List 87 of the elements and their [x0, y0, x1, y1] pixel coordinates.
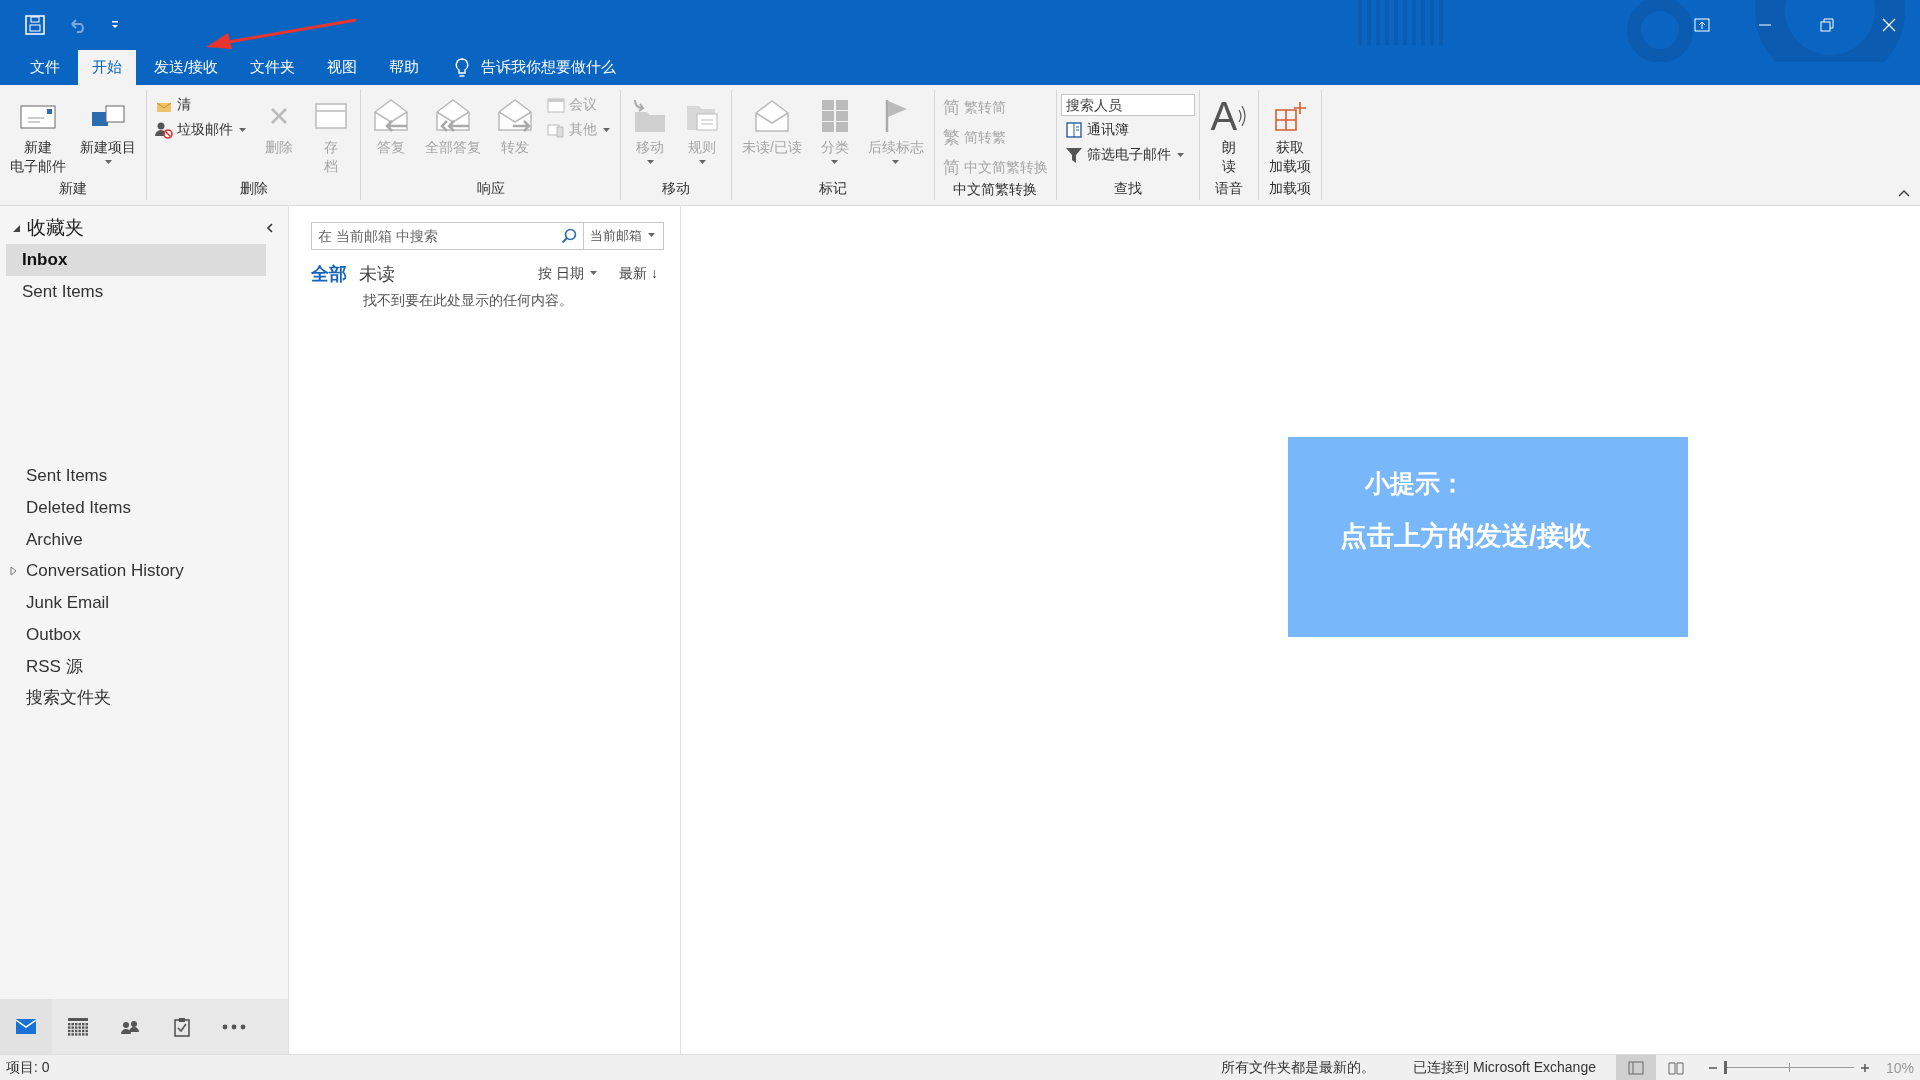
sort-order-button[interactable]: 最新 ↓ — [613, 264, 664, 284]
folder-item[interactable]: Conversation History — [24, 555, 266, 588]
ribbon-button[interactable]: 通讯簿 — [1060, 119, 1195, 141]
folder-item[interactable]: Outbox — [24, 618, 266, 651]
group-label: 标记 — [817, 180, 848, 198]
zoom-level: 10% — [1885, 1059, 1914, 1076]
search-icon[interactable] — [561, 228, 578, 244]
lightbulb-icon — [455, 57, 470, 78]
search-people-field[interactable]: 搜索人员 — [1060, 94, 1195, 116]
search-scope-dropdown[interactable]: 当前邮箱 — [584, 222, 664, 250]
ribbon-tab[interactable]: 视图 — [313, 50, 372, 85]
search-box[interactable]: 在 当前邮箱 中搜索 — [311, 222, 585, 250]
empty-list-message: 找不到要在此处显示的任何内容。 — [363, 292, 574, 310]
archive-icon — [314, 101, 348, 131]
caret-icon — [603, 128, 610, 132]
ribbon-button[interactable]: 清 — [151, 94, 252, 116]
folder-item[interactable]: Sent Items — [24, 460, 266, 493]
zoom-in-icon[interactable] — [1859, 1062, 1870, 1073]
folder-item[interactable]: Deleted Items — [24, 492, 266, 524]
zoom-slider-thumb[interactable] — [1723, 1061, 1727, 1074]
ribbon-button[interactable]: 垃圾邮件 — [151, 119, 252, 141]
group-label: 查找 — [1112, 180, 1143, 198]
filter-tab[interactable]: 未读 — [359, 262, 399, 286]
junk-icon — [155, 121, 173, 139]
collapse-ribbon-icon[interactable] — [1898, 189, 1910, 197]
filter-tab[interactable]: 全部 — [311, 262, 351, 286]
folder-item[interactable]: Sent Items — [6, 275, 266, 308]
ribbon-button[interactable]: A 朗 读 — [1203, 90, 1254, 180]
caret-icon — [104, 160, 112, 164]
connection-status: 已连接到 Microsoft Exchange — [1413, 1058, 1596, 1077]
folder-item[interactable]: 搜索文件夹 — [24, 682, 266, 714]
group-label: 响应 — [475, 180, 506, 198]
envelope-icon — [752, 99, 791, 133]
tell-me-search[interactable]: 告诉我你想要做什么 — [481, 58, 617, 77]
close-icon[interactable] — [1882, 18, 1896, 32]
mail-icon[interactable] — [0, 999, 52, 1054]
ribbon-button[interactable]: 新建 电子邮件 — [4, 90, 72, 180]
expanded-arrow-icon[interactable] — [12, 223, 21, 233]
group-label: 中文简繁转换 — [952, 181, 1039, 199]
ribbon-display-icon[interactable] — [1694, 18, 1710, 32]
caret-icon — [239, 128, 246, 132]
tip-title: 小提示： — [1365, 468, 1466, 499]
reply-icon — [371, 98, 411, 134]
save-icon[interactable] — [24, 14, 46, 36]
caret-icon — [1176, 153, 1184, 157]
folder-item[interactable]: Inbox — [6, 244, 266, 276]
caret-icon — [646, 160, 654, 164]
item-count: 项目: 0 — [6, 1058, 50, 1077]
ribbon-tab[interactable]: 文件 — [16, 50, 74, 85]
filter-icon — [1064, 146, 1083, 164]
caret-icon — [892, 160, 900, 164]
calendar-icon — [547, 97, 565, 113]
ribbon-button[interactable]: 获取 加载项 — [1262, 90, 1317, 180]
customize-icon[interactable] — [110, 20, 120, 30]
ribbon-tab[interactable]: 文件夹 — [236, 50, 310, 85]
group-label: 移动 — [661, 180, 691, 198]
group-label: 删除 — [238, 180, 269, 198]
caret-icon — [648, 233, 655, 237]
sort-by-dropdown[interactable]: 按 日期 — [532, 264, 606, 284]
group-label: 加载项 — [1267, 180, 1312, 198]
sound-waves-icon — [1237, 104, 1248, 128]
caret-icon — [831, 160, 839, 164]
expand-arrow-icon[interactable] — [10, 566, 17, 577]
folder-item[interactable]: RSS 源 — [24, 650, 266, 683]
folder-item[interactable]: Archive — [24, 523, 266, 556]
ribbon-tab[interactable]: 发送/接收 — [140, 50, 233, 85]
folder-item[interactable]: Junk Email — [24, 587, 266, 619]
ribbon-button[interactable]: 筛选电子邮件 — [1060, 144, 1195, 166]
caret-icon — [590, 271, 598, 275]
group-label: 语音 — [1213, 180, 1244, 198]
forward-icon — [495, 98, 535, 134]
favorites-header[interactable]: 收藏夹 — [27, 215, 84, 241]
restore-icon[interactable] — [1820, 18, 1834, 32]
ribbon-button[interactable]: 新建项目 — [74, 90, 142, 171]
category-grid-icon — [819, 98, 850, 134]
collapse-pane-icon[interactable] — [266, 223, 274, 233]
address-book-icon — [1064, 121, 1083, 139]
ribbon-tab[interactable]: 帮助 — [375, 50, 434, 85]
new-mail-icon — [20, 102, 56, 130]
caret-icon — [698, 160, 706, 164]
zoom-slider[interactable] — [1723, 1061, 1854, 1074]
ribbon-tab[interactable]: 开始 — [78, 50, 136, 85]
reply-all-icon — [433, 98, 473, 134]
group-label: 新建 — [58, 180, 88, 198]
tip-text: 点击上方的发送/接收 — [1340, 520, 1592, 553]
sync-status: 所有文件夹都是最新的。 — [1221, 1058, 1376, 1077]
add-ins-icon — [1273, 100, 1306, 132]
